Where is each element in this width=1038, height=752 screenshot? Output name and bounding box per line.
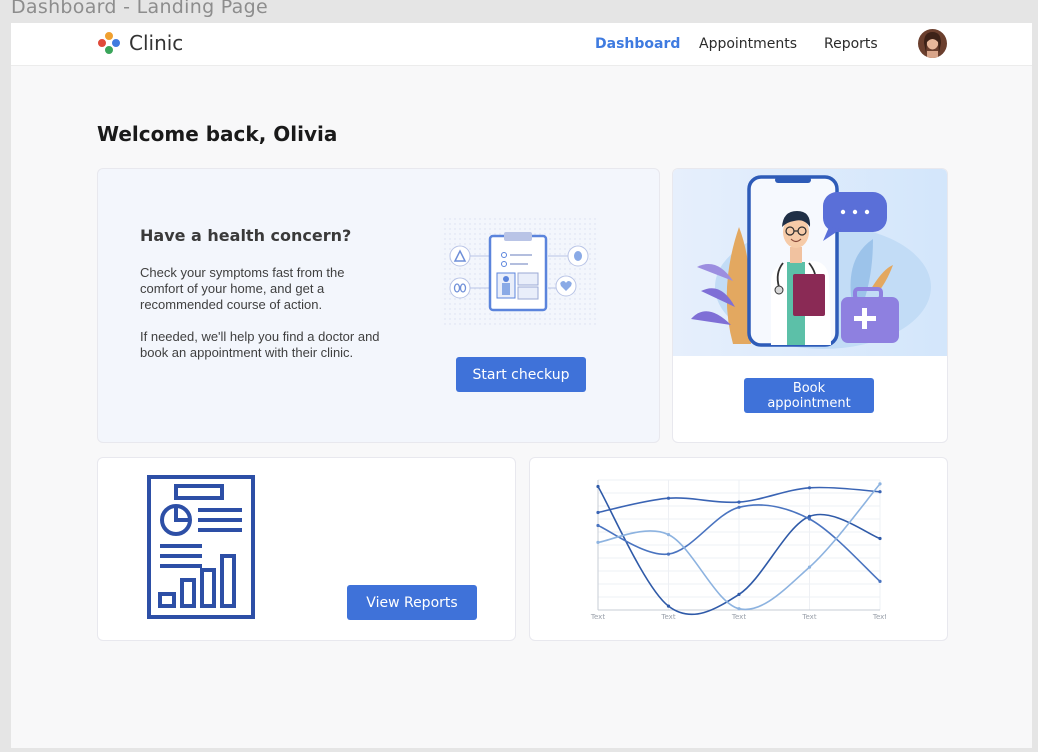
user-avatar[interactable] bbox=[918, 29, 947, 58]
concern-help-text: If needed, we'll help you find a doctor … bbox=[140, 329, 380, 360]
welcome-heading: Welcome back, Olivia bbox=[97, 122, 338, 146]
data-point bbox=[807, 486, 812, 490]
data-point bbox=[737, 592, 741, 596]
data-point bbox=[878, 536, 882, 541]
doctor-illustration bbox=[673, 169, 947, 356]
top-navigation-bar: Clinic Dashboard Appointments Reports bbox=[11, 23, 1032, 66]
data-point bbox=[666, 496, 671, 500]
data-point bbox=[737, 505, 741, 509]
x-tick-label: Text bbox=[801, 613, 816, 621]
app-name: Clinic bbox=[129, 31, 184, 55]
data-point bbox=[666, 533, 671, 537]
clinic-logo-icon bbox=[98, 32, 120, 54]
data-point bbox=[878, 579, 882, 583]
book-appointment-button[interactable]: Book appointment bbox=[744, 378, 874, 413]
chart-card: Text Text Text Text Text bbox=[529, 457, 948, 641]
data-point bbox=[878, 482, 882, 486]
data-point bbox=[596, 523, 600, 528]
data-point bbox=[666, 552, 671, 556]
data-point bbox=[596, 510, 600, 515]
nav-appointments[interactable]: Appointments bbox=[699, 36, 797, 52]
data-point bbox=[807, 517, 812, 521]
health-concern-card: Have a health concern? Check your sympto… bbox=[97, 168, 660, 443]
x-tick-label: Text bbox=[660, 613, 675, 621]
start-checkup-button[interactable]: Start checkup bbox=[456, 357, 586, 392]
nav-reports[interactable]: Reports bbox=[824, 36, 878, 52]
clinic-logo[interactable]: Clinic bbox=[97, 31, 183, 55]
book-appointment-card: Book appointment bbox=[672, 168, 948, 443]
data-point bbox=[666, 604, 671, 608]
data-point bbox=[878, 490, 882, 494]
nav-dashboard[interactable]: Dashboard bbox=[595, 36, 680, 52]
data-point bbox=[596, 540, 600, 544]
report-document-icon bbox=[147, 475, 255, 619]
concern-description: Check your symptoms fast from the comfor… bbox=[140, 265, 345, 312]
line-chart: Text Text Text Text Text bbox=[590, 479, 886, 621]
concern-title: Have a health concern? bbox=[140, 226, 352, 245]
clipboard-illustration bbox=[444, 218, 596, 326]
data-point bbox=[807, 565, 812, 569]
x-tick-label: Text bbox=[590, 613, 605, 621]
x-tick-label: Text bbox=[872, 613, 886, 621]
x-tick-label: Text bbox=[731, 613, 746, 621]
reports-card: View Reports bbox=[97, 457, 516, 641]
data-point bbox=[596, 484, 600, 489]
dashboard-page: Clinic Dashboard Appointments Reports We… bbox=[11, 23, 1032, 748]
data-point bbox=[737, 500, 741, 504]
view-reports-button[interactable]: View Reports bbox=[347, 585, 477, 620]
data-point bbox=[737, 607, 741, 611]
frame-title: Dashboard - Landing Page bbox=[11, 0, 268, 18]
